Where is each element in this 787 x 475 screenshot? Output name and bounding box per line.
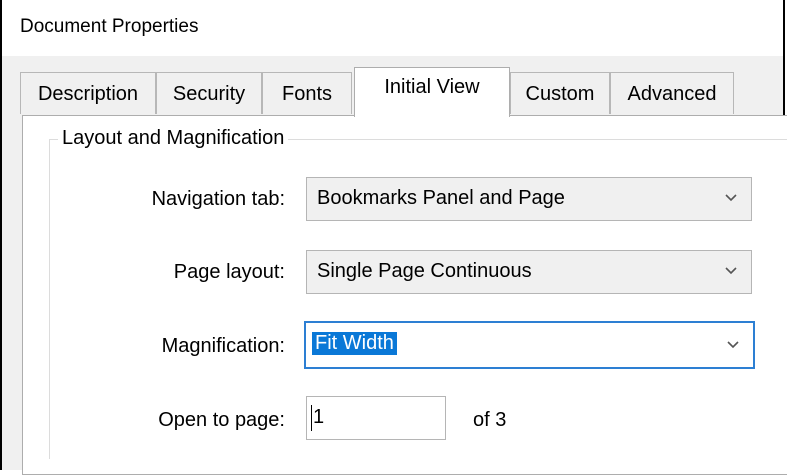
open-to-page-label: Open to page: bbox=[158, 409, 285, 431]
tab-description-label: Description bbox=[37, 83, 139, 105]
magnification-label: Magnification: bbox=[161, 335, 285, 357]
tab-advanced[interactable]: Advanced bbox=[610, 72, 734, 114]
open-to-page-value: 1 bbox=[313, 406, 325, 428]
page-layout-label: Page layout: bbox=[173, 261, 285, 283]
tab-custom-label: Custom bbox=[525, 83, 595, 105]
group-title: Layout and Magnification bbox=[58, 127, 289, 150]
chevron-down-icon bbox=[725, 267, 737, 275]
navigation-tab-select[interactable]: Bookmarks Panel and Page bbox=[306, 177, 752, 221]
open-to-page-input[interactable]: 1 bbox=[306, 396, 446, 440]
chevron-down-icon bbox=[727, 341, 739, 349]
layout-magnification-group: Layout and Magnification Navigation tab:… bbox=[49, 127, 787, 459]
chevron-down-icon bbox=[725, 194, 737, 202]
tab-custom[interactable]: Custom bbox=[510, 72, 610, 114]
page-count-text: of 3 bbox=[473, 409, 507, 431]
tab-strip: Description Security Fonts Initial View … bbox=[2, 56, 783, 117]
text-caret bbox=[311, 405, 312, 431]
tab-security[interactable]: Security bbox=[156, 72, 262, 114]
navigation-tab-value: Bookmarks Panel and Page bbox=[317, 187, 565, 209]
page-layout-select[interactable]: Single Page Continuous bbox=[306, 250, 752, 294]
navigation-tab-label: Navigation tab: bbox=[151, 188, 285, 210]
tab-initial-view-label: Initial View bbox=[384, 76, 480, 98]
page-layout-value: Single Page Continuous bbox=[317, 260, 532, 282]
initial-view-panel: Layout and Magnification Navigation tab:… bbox=[22, 115, 787, 475]
tab-advanced-label: Advanced bbox=[627, 83, 717, 105]
magnification-select[interactable]: Fit Width bbox=[304, 321, 755, 369]
tab-fonts[interactable]: Fonts bbox=[262, 72, 352, 114]
tab-security-label: Security bbox=[172, 83, 246, 105]
magnification-value: Fit Width bbox=[312, 332, 397, 355]
tab-description[interactable]: Description bbox=[20, 72, 156, 114]
document-properties-window: Document Properties Description Security… bbox=[0, 0, 787, 475]
tab-fonts-label: Fonts bbox=[281, 83, 333, 105]
title-bar: Document Properties bbox=[2, 0, 783, 56]
tab-initial-view[interactable]: Initial View bbox=[354, 67, 510, 117]
window-title: Document Properties bbox=[20, 16, 199, 37]
